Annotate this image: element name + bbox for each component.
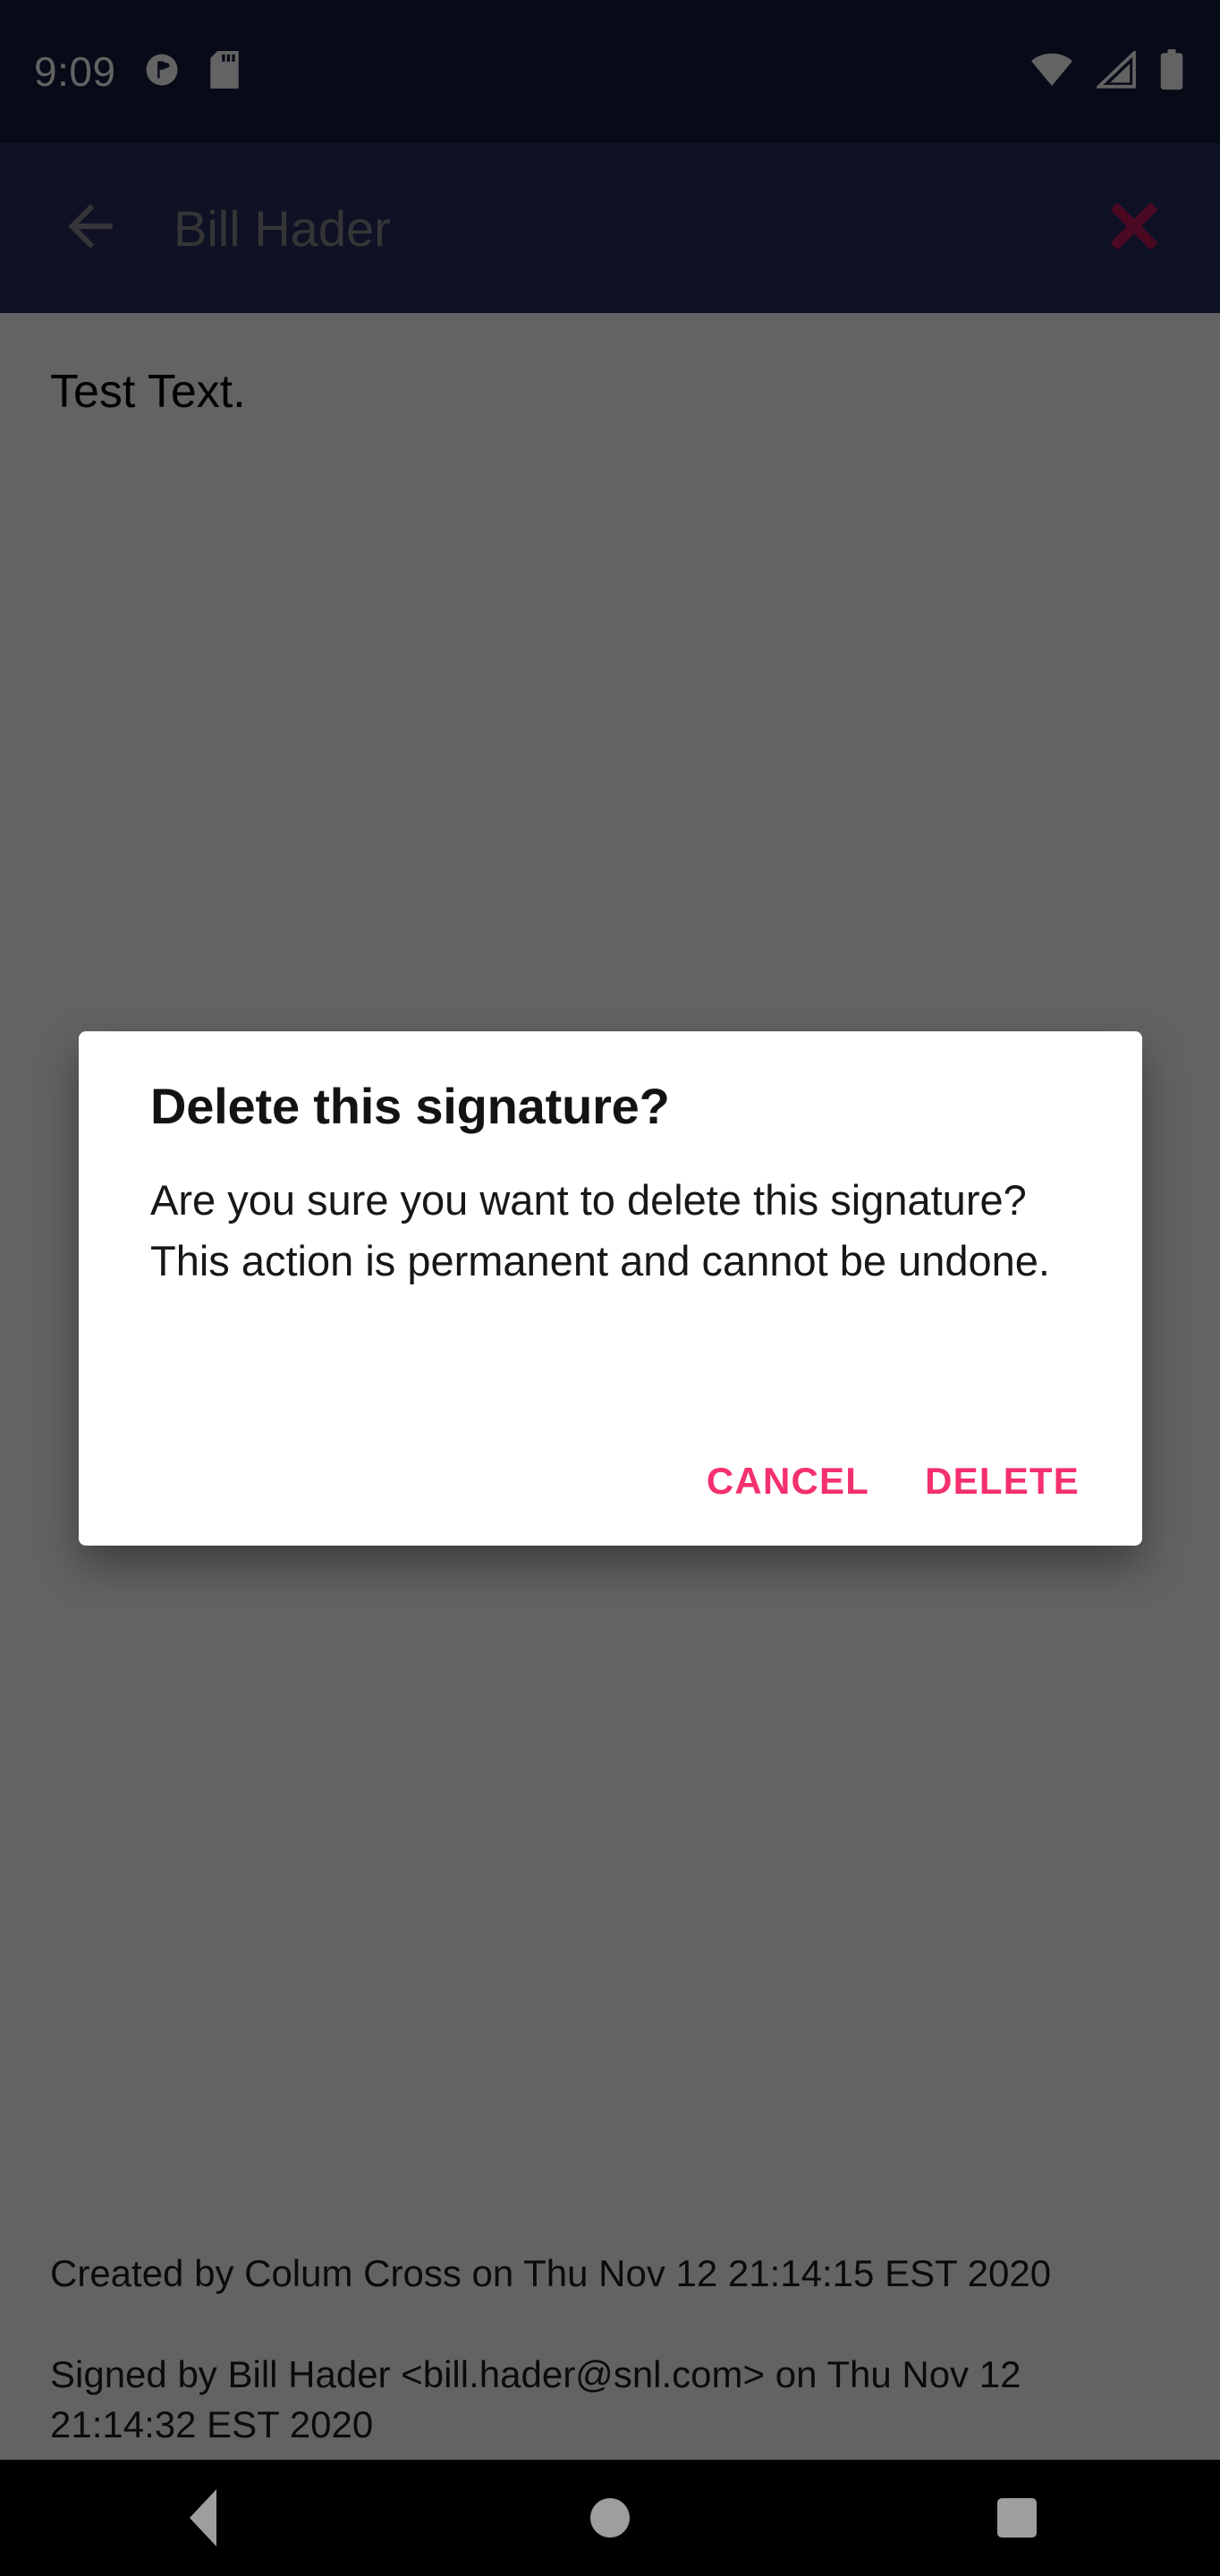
nav-back-button[interactable] — [0, 2460, 407, 2576]
nav-recents-icon — [996, 2498, 1037, 2538]
nav-home-button[interactable] — [407, 2460, 814, 2576]
delete-button[interactable]: DELETE — [905, 1444, 1099, 1519]
phone-screen: Test Text. Created by Colum Cross on Thu… — [0, 0, 1220, 2576]
nav-home-icon — [590, 2498, 630, 2538]
dialog-title: Delete this signature? — [150, 1078, 670, 1134]
delete-signature-dialog: Delete this signature? Are you sure you … — [79, 1031, 1142, 1546]
nav-back-icon — [190, 2489, 217, 2546]
dialog-actions: CANCEL DELETE — [687, 1444, 1099, 1519]
android-navigation-bar — [0, 2460, 1220, 2576]
dialog-message: Are you sure you want to delete this sig… — [150, 1176, 1050, 1284]
nav-recents-button[interactable] — [813, 2460, 1220, 2576]
cancel-button[interactable]: CANCEL — [687, 1444, 889, 1519]
